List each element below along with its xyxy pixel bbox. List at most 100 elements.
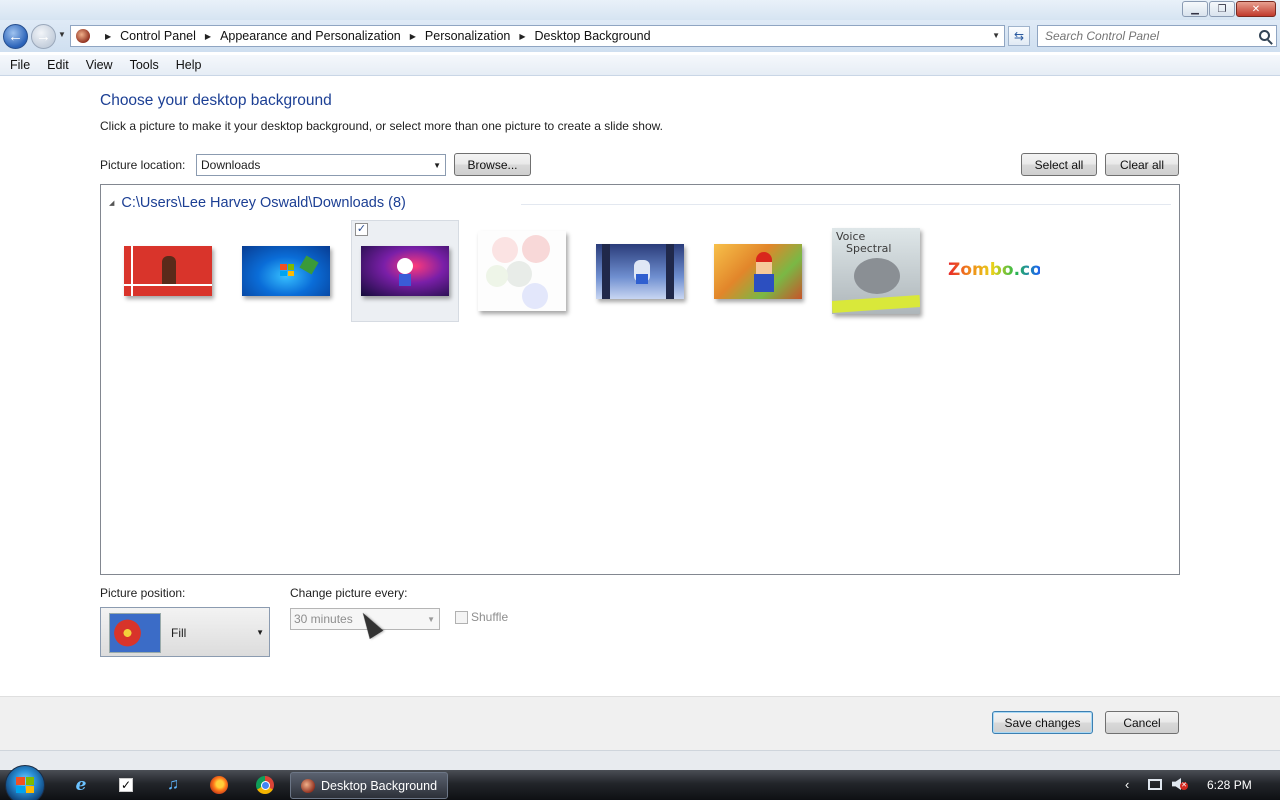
- album-title-bottom: Spectral: [846, 242, 892, 255]
- circle-shape: [522, 235, 550, 263]
- character-jacket: [636, 273, 648, 284]
- circle-shape: [486, 265, 508, 287]
- chevron-down-icon: ▼: [433, 161, 441, 170]
- windows-logo-icon: [16, 777, 34, 793]
- ie-icon[interactable]: e: [72, 775, 90, 795]
- breadcrumb: ▶ Control Panel ▶ Appearance and Persona…: [96, 29, 651, 43]
- thumbnail-mario[interactable]: [704, 220, 812, 322]
- thumbnail-windows-blue[interactable]: [232, 220, 340, 322]
- thumbnail-voice-spectral[interactable]: Voice Spectral: [822, 220, 930, 322]
- start-button[interactable]: [5, 765, 45, 800]
- menu-file[interactable]: File: [0, 58, 37, 72]
- thumbnail-image: [242, 246, 330, 296]
- search-box[interactable]: [1037, 25, 1277, 47]
- collapse-triangle-icon[interactable]: ◢: [109, 199, 114, 207]
- bomberman-body: [399, 274, 411, 286]
- status-strip: [0, 750, 1280, 770]
- breadcrumb-control-panel[interactable]: Control Panel: [120, 29, 196, 43]
- thumbnail-zombo[interactable]: Zombo.com: [940, 220, 1048, 322]
- chevron-down-icon: ▼: [256, 628, 264, 637]
- thumbnail-faint-circles[interactable]: [468, 220, 576, 322]
- title-bar: ▁ ❐ ✕: [0, 0, 1280, 20]
- address-dropdown-icon[interactable]: ▼: [992, 31, 1000, 40]
- white-stripe: [124, 284, 212, 286]
- thumbnail-snow-scene[interactable]: [586, 220, 694, 322]
- mario-overalls: [754, 273, 774, 292]
- page-description: Click a picture to make it your desktop …: [100, 119, 663, 133]
- navigation-bar: ← → ▼ ▶ Control Panel ▶ Appearance and P…: [0, 20, 1280, 52]
- change-interval-value: 30 minutes: [294, 612, 353, 626]
- thumbnail-image: [361, 246, 449, 296]
- back-button[interactable]: ←: [3, 24, 28, 49]
- picture-location-label: Picture location:: [100, 158, 186, 172]
- chevron-down-icon: ▼: [427, 615, 435, 624]
- picture-position-value: Fill: [171, 626, 187, 640]
- album-banner: [832, 294, 920, 314]
- cancel-button[interactable]: Cancel: [1105, 711, 1179, 734]
- save-changes-button[interactable]: Save changes: [992, 711, 1093, 734]
- tray-expand-icon[interactable]: ‹: [1125, 777, 1129, 792]
- search-icon[interactable]: [1259, 30, 1270, 41]
- position-preview-icon: [109, 613, 161, 653]
- tree-trunk: [666, 243, 674, 299]
- breadcrumb-separator-icon[interactable]: ▶: [519, 32, 525, 41]
- breadcrumb-separator-icon[interactable]: ▶: [410, 32, 416, 41]
- refresh-button[interactable]: ⇆: [1008, 26, 1030, 46]
- page-title: Choose your desktop background: [100, 92, 332, 109]
- forward-button[interactable]: →: [31, 24, 56, 49]
- thumbnail-red-character[interactable]: [114, 220, 222, 322]
- breadcrumb-personalization[interactable]: Personalization: [425, 29, 510, 43]
- tree-trunk: [602, 243, 610, 299]
- breadcrumb-separator-icon[interactable]: ▶: [205, 32, 211, 41]
- mario-cap: [756, 251, 772, 262]
- picture-position-label: Picture position:: [100, 586, 186, 600]
- control-panel-icon: [76, 29, 90, 43]
- network-icon[interactable]: [1148, 779, 1162, 790]
- picture-position-select[interactable]: Fill ▼: [100, 607, 270, 657]
- picture-location-value: Downloads: [201, 158, 261, 172]
- menu-view[interactable]: View: [76, 58, 120, 72]
- picture-location-select[interactable]: Downloads ▼: [196, 154, 446, 176]
- chrome-icon[interactable]: [256, 776, 274, 794]
- recent-pages-dropdown[interactable]: ▼: [58, 30, 66, 39]
- menu-bar: File Edit View Tools Help: [0, 55, 1280, 76]
- checklist-icon[interactable]: ✓: [119, 778, 133, 792]
- shuffle-checkbox: [455, 611, 468, 624]
- character-figure: [162, 256, 176, 286]
- search-input[interactable]: [1038, 29, 1248, 43]
- circle-shape: [492, 237, 518, 263]
- folder-group-header[interactable]: ◢ C:\Users\Lee Harvey Oswald\Downloads (…: [109, 195, 406, 211]
- taskbar-item-label: Desktop Background: [321, 778, 438, 793]
- breadcrumb-desktop-background[interactable]: Desktop Background: [535, 29, 651, 43]
- menu-help[interactable]: Help: [166, 58, 209, 72]
- green-fish-shape: [299, 255, 319, 275]
- thumbnail-bomberman[interactable]: ✓: [351, 220, 459, 322]
- firefox-icon[interactable]: [210, 776, 228, 794]
- folder-group-path: C:\Users\Lee Harvey Oswald\Downloads (8): [121, 195, 406, 211]
- menu-tools[interactable]: Tools: [120, 58, 166, 72]
- selected-checkbox[interactable]: ✓: [355, 223, 368, 236]
- shuffle-label: Shuffle: [471, 610, 509, 624]
- breadcrumb-appearance[interactable]: Appearance and Personalization: [220, 29, 401, 43]
- minimize-button[interactable]: ▁: [1182, 1, 1208, 17]
- circle-shape: [522, 283, 548, 309]
- clock[interactable]: 6:28 PM: [1207, 778, 1252, 792]
- close-button[interactable]: ✕: [1236, 1, 1276, 17]
- menu-edit[interactable]: Edit: [37, 58, 76, 72]
- picture-gallery[interactable]: ◢ C:\Users\Lee Harvey Oswald\Downloads (…: [100, 184, 1180, 575]
- change-picture-label: Change picture every:: [290, 586, 408, 600]
- thumbnail-image: [124, 246, 212, 296]
- group-divider: [521, 204, 1171, 205]
- address-bar[interactable]: ▶ Control Panel ▶ Appearance and Persona…: [70, 25, 1005, 47]
- circle-shape: [506, 261, 532, 287]
- bomberman-head: [397, 258, 413, 274]
- browse-button[interactable]: Browse...: [454, 153, 531, 176]
- control-panel-icon: [301, 778, 315, 793]
- breadcrumb-separator-icon[interactable]: ▶: [105, 32, 111, 41]
- maximize-button[interactable]: ❐: [1209, 1, 1235, 17]
- select-all-button[interactable]: Select all: [1021, 153, 1097, 176]
- taskbar-item-desktop-background[interactable]: Desktop Background: [290, 772, 448, 799]
- clear-all-button[interactable]: Clear all: [1105, 153, 1179, 176]
- thumbnail-image: Voice Spectral: [832, 228, 920, 314]
- music-icon[interactable]: ♫: [164, 776, 182, 794]
